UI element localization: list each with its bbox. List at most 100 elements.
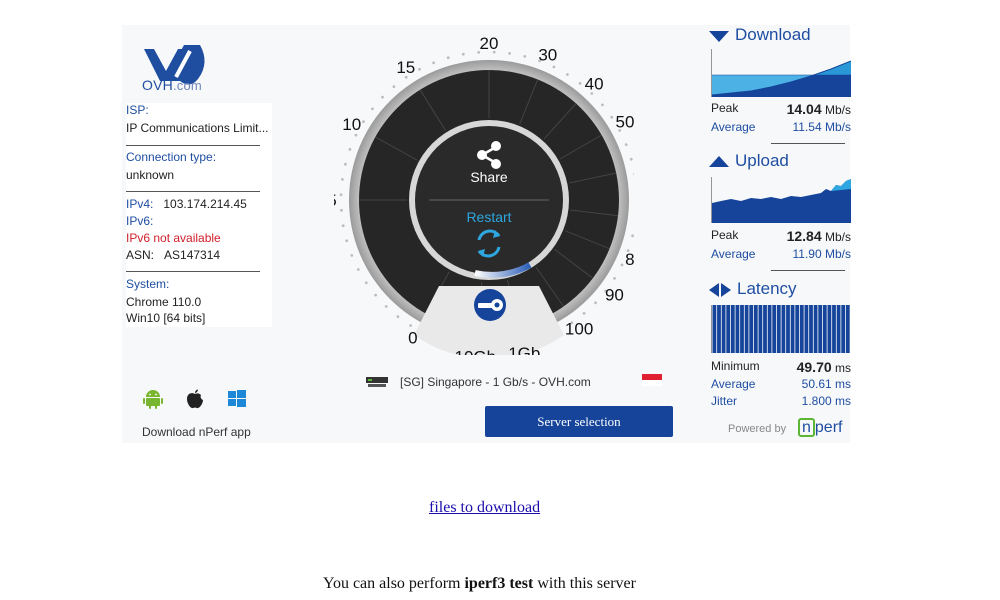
gauge-tick	[446, 56, 450, 60]
nperf-logo-rest: perf	[814, 419, 843, 436]
gauge-tick	[613, 277, 616, 280]
server-selection-button[interactable]: Server selection	[485, 406, 673, 437]
latency-bar	[799, 305, 804, 353]
latency-bar	[818, 305, 823, 353]
gauge-tick	[620, 263, 624, 267]
gauge-tick	[340, 208, 343, 212]
apple-icon[interactable]	[184, 388, 206, 410]
server-icon	[366, 377, 388, 387]
system-os: Win10 [64 bits]	[126, 311, 206, 325]
latency-bar	[758, 305, 763, 353]
upload-average: Average 11.90 Mb/s	[711, 247, 851, 263]
gauge-tick	[566, 73, 569, 76]
latency-bar	[763, 305, 767, 353]
share-label[interactable]: Share	[470, 169, 508, 185]
gauge-scale-label: 90	[605, 286, 624, 305]
app-downloads	[142, 388, 252, 416]
settings-icon[interactable]	[474, 289, 506, 321]
android-icon[interactable]	[142, 388, 164, 410]
gauge-tick	[523, 55, 527, 58]
latency-bar	[749, 305, 754, 353]
powered-by-label: Powered by	[728, 423, 787, 435]
download-title-text: Download	[735, 25, 811, 44]
gauge-scale-label: 5	[334, 191, 337, 210]
download-avg-label: Average	[711, 120, 756, 134]
latency-bar	[776, 305, 781, 353]
connection-info: ISP: IP Communications Limit... Connecti…	[126, 103, 272, 327]
gauge-scale-label: 1Gb	[508, 344, 540, 355]
nperf-logo[interactable]: n perf	[798, 418, 842, 437]
system-label: System:	[126, 277, 170, 291]
latency-bar	[786, 305, 790, 353]
download-peak-label: Peak	[711, 101, 739, 115]
asn-label: ASN:	[126, 248, 155, 262]
gauge-tick	[354, 133, 358, 137]
gauge-tick	[432, 61, 435, 65]
ipv6-label: IPv6:	[126, 214, 154, 228]
latency-bar	[717, 305, 721, 353]
download-avg-value: 11.54 Mb/s	[792, 120, 851, 134]
windows-icon[interactable]	[226, 388, 248, 410]
latency-title: Latency	[709, 279, 797, 299]
restart-label[interactable]: Restart	[466, 209, 511, 225]
gauge-scale-label: 50	[616, 113, 634, 132]
download-average: Average 11.54 Mb/s	[711, 120, 851, 136]
latency-bar	[781, 305, 786, 353]
latency-bar	[813, 305, 818, 353]
latency-bar	[841, 305, 846, 353]
upload-peak-unit: Mb/s	[824, 230, 851, 244]
latency-bar	[822, 305, 827, 353]
nperf-logo-n: n	[798, 418, 815, 437]
gauge-tick	[371, 107, 374, 111]
download-peak-unit: Mb/s	[824, 103, 851, 117]
gauge-tick	[610, 115, 614, 119]
gauge-tick	[396, 315, 400, 318]
download-app-label: Download nPerf app	[142, 425, 251, 439]
latency-bar	[804, 305, 809, 353]
gauge-scale-label: 10Gb	[455, 347, 497, 355]
ipv4-label: IPv4:	[126, 197, 154, 211]
divider	[126, 271, 260, 272]
latency-chart	[711, 305, 850, 353]
gauge-tick	[364, 281, 368, 285]
connection-type-label: Connection type:	[126, 150, 217, 164]
latency-bar	[832, 305, 836, 353]
upload-title: Upload	[709, 151, 789, 171]
gauge-tick	[356, 268, 360, 271]
ipv4-value: 103.174.214.45	[163, 197, 247, 211]
upload-avg-label: Average	[711, 247, 756, 261]
gauge-tick	[374, 293, 377, 297]
gauge-tick	[348, 148, 352, 151]
latency-bar	[845, 305, 850, 353]
logo-suffix: .com	[172, 78, 202, 93]
gauge-tick	[552, 65, 556, 69]
files-to-download-link[interactable]: files to download	[429, 499, 540, 517]
speedtest-panel: OVH.com ISP: IP Communications Limit... …	[122, 25, 851, 443]
latency-average: Average 50.61 ms	[711, 377, 851, 393]
gauge-tick	[339, 193, 343, 197]
latency-min-value: 49.70	[796, 359, 832, 375]
latency-bar	[712, 305, 717, 353]
gauge-tick	[582, 312, 586, 315]
divider	[771, 270, 845, 271]
server-text: [SG] Singapore - 1 Gb/s - OVH.com	[400, 375, 591, 389]
gauge-tick	[631, 234, 634, 238]
latency-bar	[721, 305, 726, 353]
gauge-tick	[381, 95, 384, 99]
isp-label: ISP:	[126, 103, 149, 117]
download-peak: Peak 14.04 Mb/s	[711, 101, 851, 117]
latency-bar	[795, 305, 800, 353]
speed-gauge: Share Restart 05101520304050607080901001…	[334, 34, 634, 355]
latency-min-unit: ms	[835, 361, 851, 375]
download-arrow-icon	[709, 30, 729, 42]
gauge-scale-label: 10	[342, 115, 361, 134]
gauge-tick	[594, 301, 597, 305]
gauge-tick	[362, 120, 365, 123]
latency-min-label: Minimum	[711, 359, 760, 373]
latency-bar	[744, 305, 749, 353]
gauge-tick	[409, 324, 412, 327]
gauge-tick	[345, 239, 349, 243]
gauge-tick	[461, 52, 465, 56]
logo-text: OVH.com	[142, 77, 202, 93]
latency-bar	[753, 305, 758, 353]
